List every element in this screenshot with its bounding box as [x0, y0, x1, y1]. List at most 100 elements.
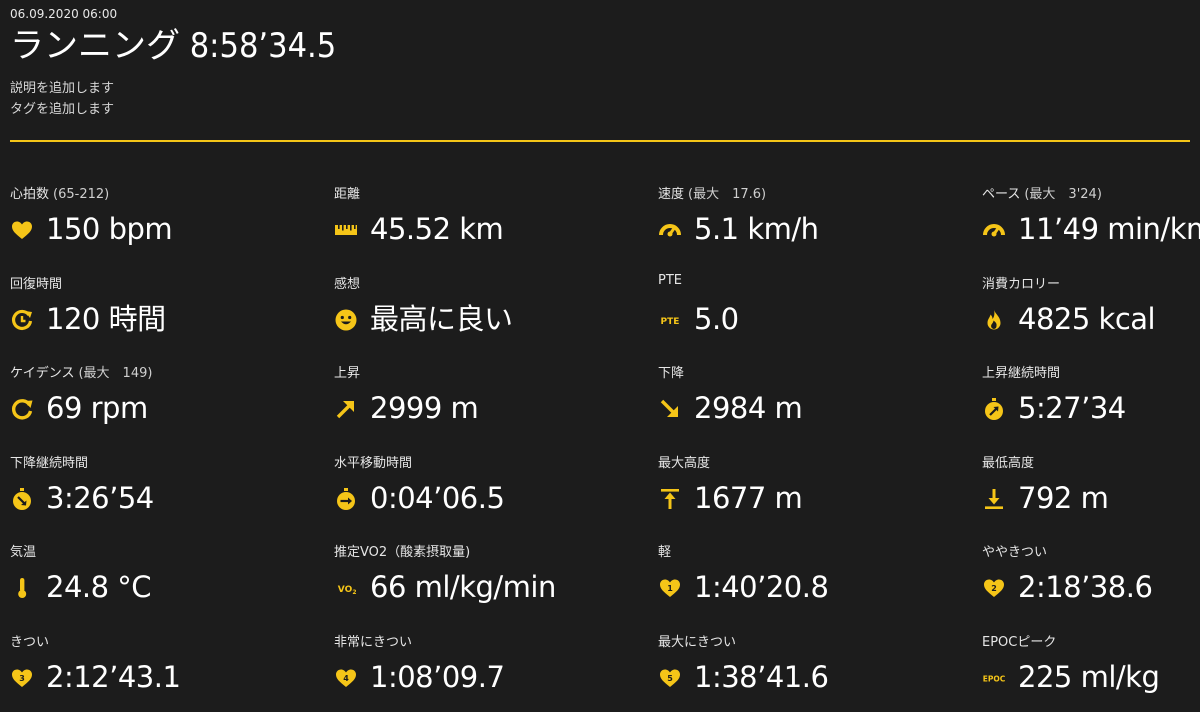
- stat-label: 推定VO2（酸素摂取量): [334, 541, 470, 560]
- svg-text:VO: VO: [338, 585, 353, 595]
- stat-value: 最高に良い: [370, 302, 513, 336]
- heart-icon: [10, 218, 34, 242]
- stat-cell: 速度 (最大 17.6) 5.1 km/h: [658, 178, 968, 258]
- svg-text:EPOC: EPOC: [983, 675, 1006, 684]
- stat-cell: きつい 3 2:12’43.1: [10, 626, 320, 706]
- stat-value: 24.8 °C: [46, 570, 152, 604]
- stopwatch-up-icon: [982, 397, 1006, 421]
- heart-zone-2-icon: 2: [982, 576, 1006, 600]
- stat-label-text: 非常にきつい: [334, 635, 413, 650]
- stat-cell: 最大にきつい 5 1:38’41.6: [658, 626, 968, 706]
- stat-value: 1:08’09.7: [370, 660, 505, 694]
- svg-text:5: 5: [667, 674, 673, 683]
- stat-value: 792 m: [1018, 481, 1109, 515]
- min-altitude-icon: [982, 487, 1006, 511]
- stat-cell: 心拍数 (65-212) 150 bpm: [10, 178, 320, 258]
- stat-label-text: 軽: [658, 545, 672, 560]
- stat-cell: 上昇 2999 m: [334, 357, 644, 437]
- ruler-icon: [334, 218, 358, 242]
- stat-cell: ややきつい 2 2:18’38.6: [982, 536, 1200, 616]
- stat-value: 2:12’43.1: [46, 660, 181, 694]
- stat-label: 最大にきつい: [658, 631, 736, 650]
- stat-label: 水平移動時間: [334, 452, 412, 471]
- stat-value: 1:38’41.6: [694, 660, 829, 694]
- stat-label-text: PTE: [658, 273, 682, 288]
- svg-text:PTE: PTE: [661, 317, 680, 327]
- recovery-icon: [10, 308, 34, 332]
- stat-label-sub: (65-212): [53, 187, 110, 202]
- vo2-icon: VO 2: [334, 576, 358, 600]
- arrow-up-right-icon: [334, 397, 358, 421]
- heart-zone-3-icon: 3: [10, 666, 34, 690]
- stat-value: 11’49 min/km: [1018, 212, 1200, 246]
- stopwatch-down-icon: [10, 487, 34, 511]
- stat-label-text: ケイデンス: [10, 366, 75, 381]
- speedometer-icon: [982, 218, 1006, 242]
- epoc-icon: EPOC: [982, 666, 1006, 690]
- stat-value: 1677 m: [694, 481, 803, 515]
- add-tags-link[interactable]: タグを追加します: [10, 98, 114, 117]
- stat-cell: 水平移動時間 0:04’06.5: [334, 447, 644, 527]
- stat-label: PTE: [658, 273, 682, 288]
- heart-zone-5-icon: 5: [658, 666, 682, 690]
- header-divider: [10, 140, 1190, 142]
- stat-label: きつい: [10, 631, 49, 650]
- stat-cell: 上昇継続時間 5:27’34: [982, 357, 1200, 437]
- svg-text:2: 2: [352, 589, 356, 596]
- stat-cell: EPOCピーク EPOC 225 ml/kg: [982, 626, 1200, 706]
- stat-cell: ペース (最大 3'24) 11’49 min/km: [982, 178, 1200, 258]
- stat-label: 最低高度: [982, 452, 1034, 471]
- heart-zone-1-icon: 1: [658, 576, 682, 600]
- stat-label: ややきつい: [982, 541, 1047, 560]
- stat-cell: 下降 2984 m: [658, 357, 968, 437]
- stat-label-text: 上昇継続時間: [982, 366, 1061, 381]
- stat-label-text: 水平移動時間: [334, 456, 413, 471]
- heart-zone-4-icon: 4: [334, 666, 358, 690]
- stat-cell: 感想 最高に良い: [334, 268, 644, 348]
- stat-cell: ケイデンス (最大 149) 69 rpm: [10, 357, 320, 437]
- stat-label-text: 下降継続時間: [10, 456, 89, 471]
- stat-value: 5.0: [694, 302, 739, 336]
- stat-value: 1:40’20.8: [694, 570, 829, 604]
- stat-cell: 最低高度 792 m: [982, 447, 1200, 527]
- stat-label-text: 速度: [658, 187, 685, 202]
- stat-cell: 下降継続時間 3:26’54: [10, 447, 320, 527]
- stat-value: 4825 kcal: [1018, 302, 1156, 336]
- stat-value: 3:26’54: [46, 481, 154, 515]
- stat-label: 気温: [10, 541, 36, 560]
- page-title: ランニング 8:58’34.5: [10, 26, 336, 66]
- cadence-icon: [10, 397, 34, 421]
- speedometer-icon: [658, 218, 682, 242]
- stat-label-text: 最低高度: [982, 456, 1035, 471]
- stat-cell: 回復時間 120 時間: [10, 268, 320, 348]
- stat-label: 距離: [334, 183, 360, 202]
- stat-cell: PTE PTE 5.0: [658, 268, 968, 348]
- stat-label-text: 距離: [334, 187, 361, 202]
- stat-cell: 軽 1 1:40’20.8: [658, 536, 968, 616]
- stat-label: 速度 (最大 17.6): [658, 183, 766, 202]
- stat-label: 感想: [334, 273, 360, 292]
- stat-label-text: 回復時間: [10, 277, 63, 292]
- stat-label-text: 推定VO2（酸素摂取量): [334, 545, 471, 560]
- stat-label: 上昇: [334, 362, 360, 381]
- stat-label-text: 最大にきつい: [658, 635, 737, 650]
- smiley-icon: [334, 308, 358, 332]
- stat-label-text: 下降: [658, 366, 685, 381]
- stat-cell: 推定VO2（酸素摂取量) VO 2 66 ml/kg/min: [334, 536, 644, 616]
- stat-label: 回復時間: [10, 273, 62, 292]
- add-description-link[interactable]: 説明を追加します: [10, 77, 114, 96]
- stat-label: ペース (最大 3'24): [982, 183, 1102, 202]
- stat-label: ケイデンス (最大 149): [10, 362, 152, 381]
- stat-cell: 最大高度 1677 m: [658, 447, 968, 527]
- stat-value: 150 bpm: [46, 212, 173, 246]
- stat-value: 5.1 km/h: [694, 212, 819, 246]
- stat-value: 66 ml/kg/min: [370, 570, 556, 604]
- stat-value: 2:18’38.6: [1018, 570, 1153, 604]
- max-altitude-icon: [658, 487, 682, 511]
- stat-label: 下降: [658, 362, 684, 381]
- svg-text:2: 2: [991, 584, 997, 593]
- stat-label-text: 心拍数: [10, 187, 50, 202]
- stat-cell: 消費カロリー 4825 kcal: [982, 268, 1200, 348]
- stat-value: 69 rpm: [46, 391, 148, 425]
- stat-value: 2999 m: [370, 391, 479, 425]
